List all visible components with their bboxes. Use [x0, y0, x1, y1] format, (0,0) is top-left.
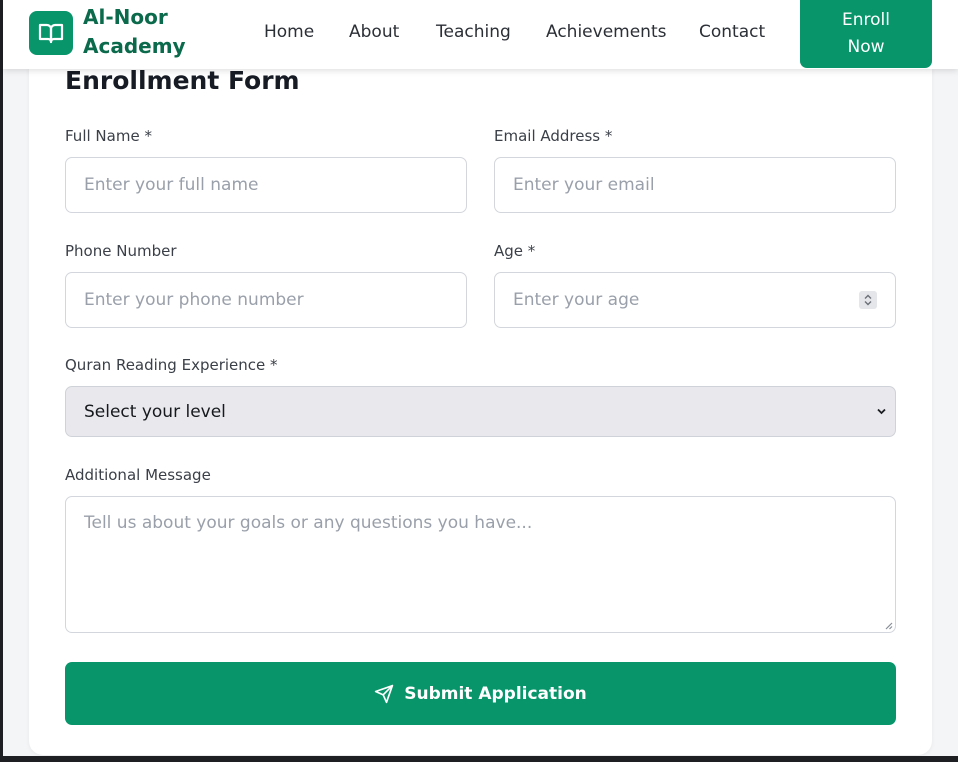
logo[interactable]: [29, 11, 73, 55]
message-label: Additional Message: [65, 466, 211, 484]
nav-home[interactable]: Home: [264, 21, 314, 43]
brand-line-2: Academy: [83, 34, 186, 58]
phone-input[interactable]: [65, 272, 467, 328]
form-title: Enrollment Form: [65, 66, 300, 95]
page: Al-Noor Academy Home About Teaching Achi…: [0, 0, 958, 762]
age-label: Age *: [494, 242, 536, 260]
submit-application-label: Submit Application: [404, 683, 587, 704]
brand-name[interactable]: Al-Noor Academy: [83, 3, 213, 61]
age-input[interactable]: [494, 272, 896, 328]
experience-label: Quran Reading Experience *: [65, 356, 278, 374]
brand-line-1: Al-Noor: [83, 5, 168, 29]
full-name-input[interactable]: [65, 157, 467, 213]
nav-achievements[interactable]: Achievements: [546, 21, 666, 43]
enroll-now-button[interactable]: Enroll Now: [800, 0, 932, 68]
nav-contact[interactable]: Contact: [699, 21, 765, 43]
phone-label: Phone Number: [65, 242, 177, 260]
email-input[interactable]: [494, 157, 896, 213]
navbar: Al-Noor Academy Home About Teaching Achi…: [3, 0, 958, 69]
experience-select[interactable]: Select your level: [65, 386, 896, 437]
stepper-arrows-icon: [864, 294, 872, 306]
send-icon: [375, 684, 394, 703]
resize-grip-icon[interactable]: [883, 620, 893, 630]
window-edge-left: [0, 0, 3, 762]
nav-about[interactable]: About: [349, 21, 399, 43]
submit-application-button[interactable]: Submit Application: [65, 662, 896, 725]
full-name-label: Full Name *: [65, 127, 152, 145]
book-open-icon: [38, 23, 64, 44]
chevron-down-icon: [877, 408, 886, 415]
window-edge-bottom: [0, 756, 958, 762]
nav-teaching[interactable]: Teaching: [436, 21, 511, 43]
email-label: Email Address *: [494, 127, 613, 145]
experience-selected-value: Select your level: [84, 401, 226, 422]
age-stepper[interactable]: [859, 291, 877, 309]
enroll-now-label: Enroll Now: [842, 10, 890, 57]
message-textarea[interactable]: [65, 496, 896, 633]
